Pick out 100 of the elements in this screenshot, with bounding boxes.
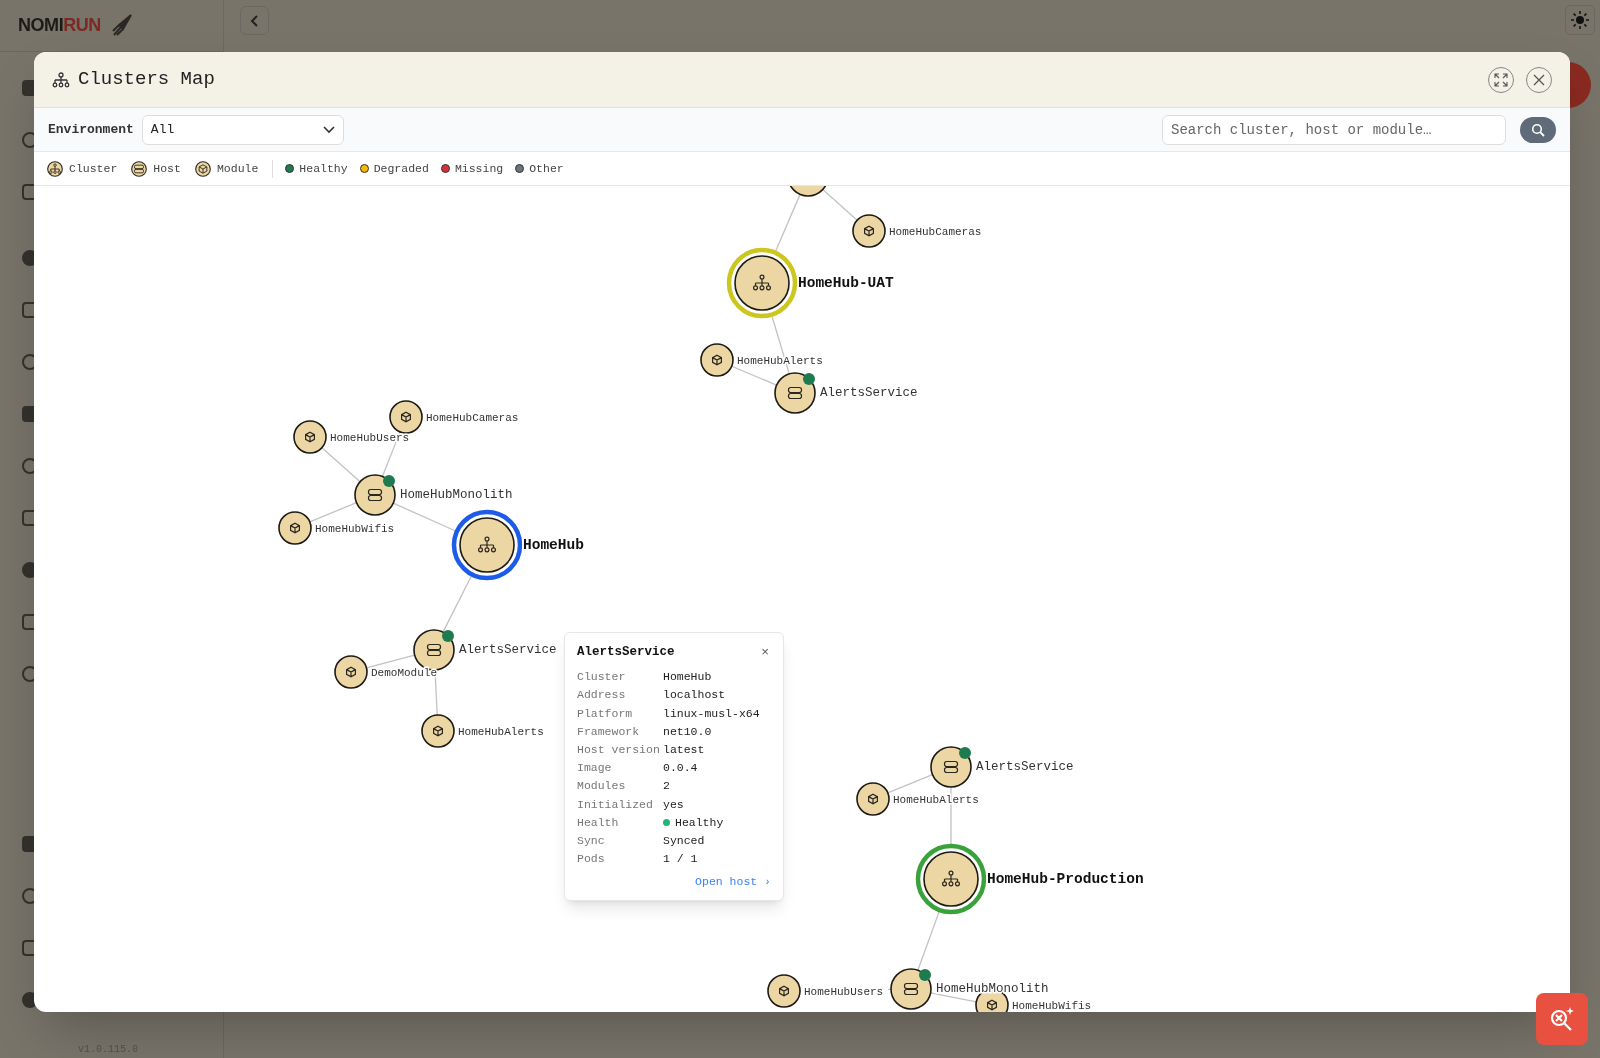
sitemap-icon — [942, 870, 960, 887]
detail-label: Modules — [577, 778, 627, 795]
detail-label: Health — [577, 814, 620, 831]
node-label: HomeHubAlerts — [458, 726, 544, 738]
sun-icon — [1571, 11, 1589, 29]
module-node[interactable] — [334, 655, 368, 689]
node-label: HomeHubMonolith — [936, 982, 1049, 996]
detail-label: Host version — [577, 741, 661, 758]
search-button[interactable] — [1520, 116, 1556, 143]
detail-value: 0.0.4 — [663, 760, 698, 777]
cube-icon — [346, 666, 356, 678]
module-node[interactable] — [278, 511, 312, 545]
cube-icon — [868, 793, 878, 805]
chevron-down-icon — [322, 125, 335, 134]
host-node[interactable] — [890, 968, 932, 1010]
node-label: DemoModule — [371, 667, 437, 679]
detail-value: yes — [663, 796, 684, 813]
edge-line — [822, 188, 858, 221]
node-label: HomeHubWifis — [1012, 1000, 1092, 1012]
detail-label: Platform — [577, 705, 634, 722]
detail-value: Healthy — [675, 814, 724, 831]
theme-button[interactable] — [1565, 5, 1595, 35]
edge-line — [775, 193, 801, 252]
collapse-button[interactable] — [240, 6, 269, 35]
legend-label: Other — [529, 160, 564, 177]
chevron-left-icon — [249, 13, 260, 28]
popover-close-button[interactable]: × — [759, 645, 771, 659]
edge-line — [321, 447, 361, 483]
detail-label: Framework — [577, 723, 641, 740]
cube-icon — [433, 725, 443, 737]
cube-icon — [401, 411, 411, 423]
module-node[interactable] — [856, 782, 890, 816]
detail-value: latest — [663, 741, 705, 758]
module-node[interactable] — [293, 420, 327, 454]
magnifier-sparkle-icon — [1548, 1005, 1576, 1033]
node-label: HomeHubCameras — [426, 412, 519, 424]
node-label: HomeHubMonolith — [400, 488, 513, 502]
cluster-node[interactable] — [726, 247, 798, 319]
cube-icon — [779, 985, 789, 997]
edge-line — [442, 575, 472, 633]
detail-label: Initialized — [577, 796, 654, 813]
detail-value: localhost — [663, 687, 726, 704]
edge-line — [929, 992, 977, 1003]
host-node[interactable] — [354, 474, 396, 516]
server-icon — [943, 760, 959, 774]
cube-icon — [305, 431, 315, 443]
node-label: HomeHubUsers — [804, 986, 884, 998]
detail-label: Image — [577, 760, 613, 777]
edge-line — [365, 654, 416, 669]
legend-label: Module — [216, 160, 259, 177]
node-label: AlertsService — [976, 760, 1074, 774]
detail-value: 2 — [663, 778, 670, 795]
detail-label: Pods — [577, 851, 606, 868]
cube-icon — [712, 354, 722, 366]
server-icon — [426, 643, 442, 657]
edge-line — [392, 502, 456, 532]
edge-line — [887, 773, 934, 794]
host-node[interactable] — [774, 372, 816, 414]
detail-label: Address — [577, 687, 627, 704]
detail-value: net10.0 — [663, 723, 712, 740]
server-icon — [787, 386, 803, 400]
inspect-button[interactable] — [1536, 993, 1588, 1045]
legend-label: Degraded — [373, 160, 429, 177]
node-label: HomeHub-Production — [987, 871, 1144, 887]
close-icon — [1533, 73, 1545, 86]
host-node[interactable] — [787, 186, 829, 197]
node-label: HomeHubWifis — [315, 523, 395, 535]
sitemap-icon — [753, 274, 771, 291]
legend-label: Healthy — [299, 160, 348, 177]
module-node[interactable] — [700, 343, 734, 377]
sitemap-icon — [477, 536, 497, 553]
detail-value: HomeHub — [663, 669, 712, 686]
legend-label: Host — [153, 160, 181, 177]
node-label: HomeHubUsers — [330, 432, 410, 444]
search-field[interactable]: Search cluster, host or module… — [1162, 114, 1506, 145]
detail-value: linux-musl-x64 — [663, 705, 760, 722]
cluster-node[interactable] — [451, 509, 523, 581]
module-node[interactable] — [852, 214, 886, 248]
expand-icon — [1494, 72, 1508, 87]
sitemap-icon — [52, 71, 70, 88]
cube-icon — [987, 999, 997, 1011]
module-node[interactable] — [389, 400, 423, 434]
server-icon — [903, 982, 919, 996]
node-label: HomeHub — [523, 537, 584, 553]
cluster-node[interactable] — [915, 843, 987, 915]
host-node[interactable] — [930, 746, 972, 788]
detail-label: Sync — [577, 832, 606, 849]
environment-label: Environment — [48, 120, 134, 139]
logo: NOMIRUN — [18, 14, 101, 37]
detail-value: Synced — [663, 832, 705, 849]
host-icon — [131, 160, 148, 177]
environment-select[interactable]: All — [141, 114, 344, 145]
edge-line — [887, 988, 892, 990]
module-node[interactable] — [421, 714, 455, 748]
open-host-link[interactable]: Open host › — [695, 872, 771, 891]
detail-label: Cluster — [577, 669, 627, 686]
edge-line — [309, 502, 358, 523]
edge-line — [950, 786, 952, 845]
module-node[interactable] — [767, 974, 801, 1008]
cluster-icon — [47, 160, 63, 177]
